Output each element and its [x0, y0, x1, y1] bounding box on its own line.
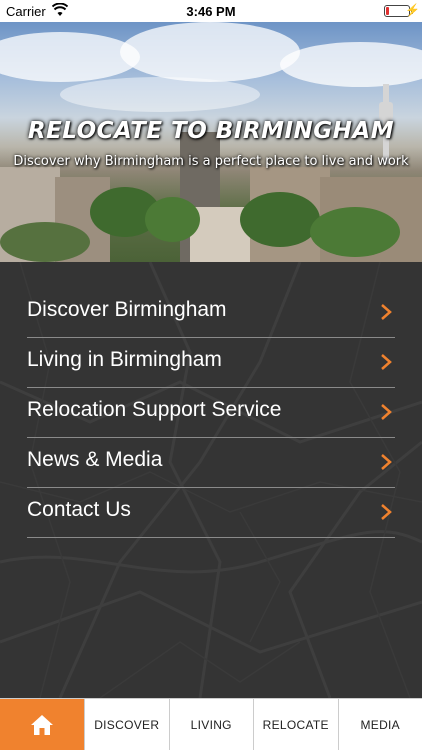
home-icon: [31, 714, 53, 735]
hero-title: RELOCATE TO BIRMINGHAM: [27, 118, 395, 144]
status-bar: Carrier 3:46 PM ⚡: [0, 0, 422, 22]
menu-item-label: Relocation Support Service: [27, 398, 282, 421]
tab-discover[interactable]: DISCOVER: [84, 699, 169, 750]
menu-item-label: News & Media: [27, 448, 163, 471]
chevron-right-icon: [381, 404, 392, 420]
main-menu: Discover Birmingham Living in Birmingham…: [27, 288, 395, 538]
tab-home[interactable]: [0, 699, 84, 750]
menu-item-news-media[interactable]: News & Media: [27, 438, 395, 488]
menu-item-label: Discover Birmingham: [27, 298, 227, 321]
menu-item-relocation-support-service[interactable]: Relocation Support Service: [27, 388, 395, 438]
tab-relocate[interactable]: RELOCATE: [253, 699, 338, 750]
menu-item-label: Living in Birmingham: [27, 348, 222, 371]
menu-item-contact-us[interactable]: Contact Us: [27, 488, 395, 538]
chevron-right-icon: [381, 304, 392, 320]
tab-media[interactable]: MEDIA: [337, 699, 422, 750]
menu-item-label: Contact Us: [27, 498, 131, 521]
tab-living[interactable]: LIVING: [168, 699, 254, 750]
menu-item-living-in-birmingham[interactable]: Living in Birmingham: [27, 338, 395, 388]
chevron-right-icon: [381, 504, 392, 520]
chevron-right-icon: [381, 454, 392, 470]
clock: 3:46 PM: [186, 4, 236, 19]
chevron-right-icon: [381, 354, 392, 370]
charging-icon: ⚡: [405, 3, 420, 17]
hero-banner: RELOCATE TO BIRMINGHAM Discover why Birm…: [0, 22, 422, 262]
main-menu-panel: Discover Birmingham Living in Birmingham…: [0, 262, 422, 698]
menu-item-discover-birmingham[interactable]: Discover Birmingham: [27, 288, 395, 338]
hero-subtitle: Discover why Birmingham is a perfect pla…: [13, 154, 409, 169]
tab-bar: DISCOVER LIVING RELOCATE MEDIA: [0, 698, 422, 750]
